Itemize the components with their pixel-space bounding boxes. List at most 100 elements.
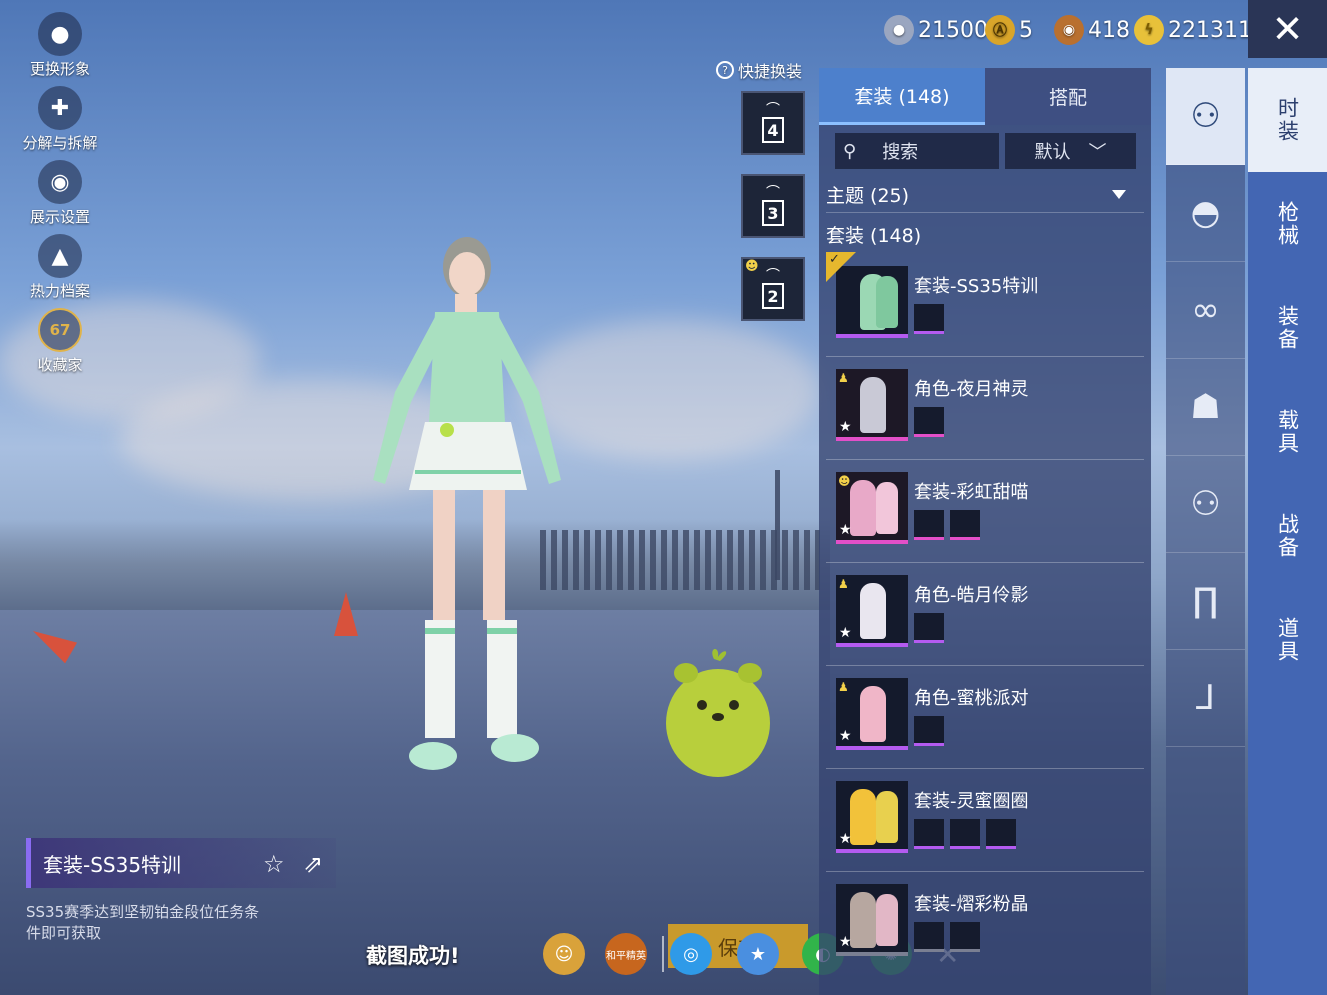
item-name: 角色-夜月神灵	[914, 379, 1029, 400]
list-item[interactable]: ☻ ★ 套装-彩虹甜喵	[826, 460, 1144, 563]
outfit-icon: ⚇	[1190, 484, 1221, 524]
tab-weapons[interactable]: 枪械	[1248, 172, 1327, 276]
figure	[876, 791, 898, 843]
list-item[interactable]: ♟ ★ 角色-蜜桃派对	[826, 666, 1144, 769]
search-row: ⚲ 搜索 默认 ﹀	[835, 133, 1136, 169]
outfit-list-panel: 套装 (148) 搭配 ⚲ 搜索 默认 ﹀ 主题 (25) 套装 (148) ✓…	[819, 68, 1151, 995]
friend-icon[interactable]: ☺	[543, 933, 585, 975]
avatar-icon: ●	[38, 12, 82, 56]
sort-dropdown[interactable]: 默认 ﹀	[1005, 133, 1136, 169]
item-thumbnail: ♟ ★	[836, 575, 908, 647]
character-tag-icon: ♟	[838, 680, 849, 694]
tab-suits[interactable]: 套装 (148)	[819, 68, 985, 125]
sub-thumbnail	[950, 819, 980, 849]
item-name: 角色-皓月伶影	[914, 585, 1029, 606]
currency-value: 5	[1019, 17, 1033, 43]
smile-icon: ☻	[838, 474, 851, 488]
slot-boots[interactable]: ⅃	[1166, 650, 1245, 747]
list-item[interactable]: ✓ 套装-SS35特训	[826, 252, 1144, 357]
currency-silver[interactable]: ● 21500	[884, 10, 988, 50]
display-settings-button[interactable]: ◉ 展示设置	[10, 160, 110, 234]
tab-items[interactable]: 道具	[1248, 588, 1327, 692]
screenshot-success-message: 截图成功!	[366, 944, 460, 968]
sort-label: 默认	[1034, 142, 1071, 163]
qq-icon[interactable]: ◎	[670, 933, 712, 975]
list-item[interactable]: ★ 套装-熠彩粉晶	[826, 872, 1144, 975]
figure	[860, 377, 886, 433]
list-item[interactable]: ♟ ★ 角色-夜月神灵	[826, 357, 1144, 460]
slot-glasses[interactable]: ∞	[1166, 262, 1245, 359]
hanger-icon: ⌒	[766, 268, 780, 284]
theme-filter[interactable]: 主题 (25)	[826, 177, 1144, 213]
theme-label: 主题 (25)	[826, 185, 910, 207]
figure	[860, 686, 886, 742]
pants-icon: ∏	[1192, 581, 1219, 621]
quick-slot-2[interactable]: ☻ ⌒ 2	[741, 257, 805, 321]
sub-thumbnail	[914, 304, 944, 334]
star-icon: ★	[839, 831, 852, 847]
list-item[interactable]: ♟ ★ 角色-皓月伶影	[826, 563, 1144, 666]
figure	[876, 894, 898, 946]
currency-bronze[interactable]: ◉ 418	[1054, 10, 1130, 50]
smile-icon: ☻	[745, 259, 759, 274]
share-divider	[662, 936, 664, 972]
sub-thumbnails	[914, 510, 980, 540]
equipment-slot-column: ⚇ ◓ ∞ ☗ ⚇ ∏ ⅃	[1166, 68, 1245, 995]
favorite-star-icon[interactable]: ☆	[263, 850, 285, 878]
menu-label: 收藏家	[37, 356, 83, 374]
search-input[interactable]: ⚲ 搜索	[835, 133, 999, 169]
figure	[850, 480, 876, 536]
currency-gold[interactable]: Ⓐ 5	[985, 10, 1033, 50]
slot-hat[interactable]: ◓	[1166, 165, 1245, 262]
item-thumbnail: ★	[836, 781, 908, 853]
menu-label: 分解与拆解	[22, 134, 98, 152]
panel-tabs: 套装 (148) 搭配	[819, 68, 1151, 125]
tab-fashion[interactable]: 时装	[1248, 68, 1327, 172]
quick-change-label[interactable]: ? 快捷换装	[716, 58, 802, 82]
tab-match[interactable]: 搭配	[985, 68, 1151, 125]
collector-button[interactable]: 67 收藏家	[10, 308, 110, 382]
sub-thumbnail	[986, 819, 1016, 849]
heat-profile-button[interactable]: ▲ 热力档案	[10, 234, 110, 308]
quick-slot-4[interactable]: ⌒ 4	[741, 91, 805, 155]
hanger-icon: ⌒	[766, 185, 780, 201]
tab-equipment[interactable]: 装备	[1248, 276, 1327, 380]
figure	[860, 583, 886, 639]
figure	[876, 482, 898, 534]
bronze-coin-icon: ◉	[1054, 15, 1084, 45]
sub-thumbnail	[914, 407, 944, 437]
slot-outfit[interactable]: ⚇	[1166, 68, 1245, 165]
share-icon[interactable]: ⇗	[303, 850, 323, 878]
currency-lightning[interactable]: ϟ 221311	[1134, 10, 1252, 50]
boots-icon: ⅃	[1196, 678, 1215, 718]
glasses-icon: ∞	[1191, 290, 1220, 330]
item-thumbnail: ★	[836, 884, 908, 956]
tab-battle-prep[interactable]: 战备	[1248, 484, 1327, 588]
slot-mask[interactable]: ☗	[1166, 359, 1245, 456]
close-button[interactable]: ✕	[1248, 0, 1327, 58]
quick-slot-3[interactable]: ⌒ 3	[741, 174, 805, 238]
list-item[interactable]: ★ 套装-灵蜜圈圈	[826, 769, 1144, 872]
fire-icon: ▲	[38, 234, 82, 278]
pet-companion[interactable]	[658, 645, 776, 780]
mask-icon: ☗	[1190, 387, 1221, 427]
outfit-title-box: 套装-SS35特训 ☆ ⇗	[26, 838, 336, 888]
change-avatar-button[interactable]: ● 更换形象	[10, 12, 110, 86]
help-icon[interactable]: ?	[716, 61, 734, 79]
decompose-button[interactable]: ✚ 分解与拆解	[10, 86, 110, 160]
slot-number: 2	[762, 283, 784, 309]
slot-outfit-2[interactable]: ⚇	[1166, 456, 1245, 553]
collector-badge-icon: 67	[38, 308, 82, 352]
category-tabs: 时装 枪械 装备 载具 战备 道具	[1248, 68, 1327, 995]
figure	[876, 276, 898, 328]
tab-vehicles[interactable]: 载具	[1248, 380, 1327, 484]
search-label: 搜索	[882, 142, 919, 163]
outfit-name: 套装-SS35特训	[43, 852, 182, 877]
dropdown-triangle-icon	[1112, 190, 1126, 199]
sub-thumbnails	[914, 922, 980, 952]
slot-pants[interactable]: ∏	[1166, 553, 1245, 650]
character-model[interactable]	[355, 232, 590, 777]
qzone-icon[interactable]: ★	[737, 933, 779, 975]
sub-thumbnail	[914, 716, 944, 746]
game-logo-icon[interactable]: 和平精英	[605, 933, 647, 975]
